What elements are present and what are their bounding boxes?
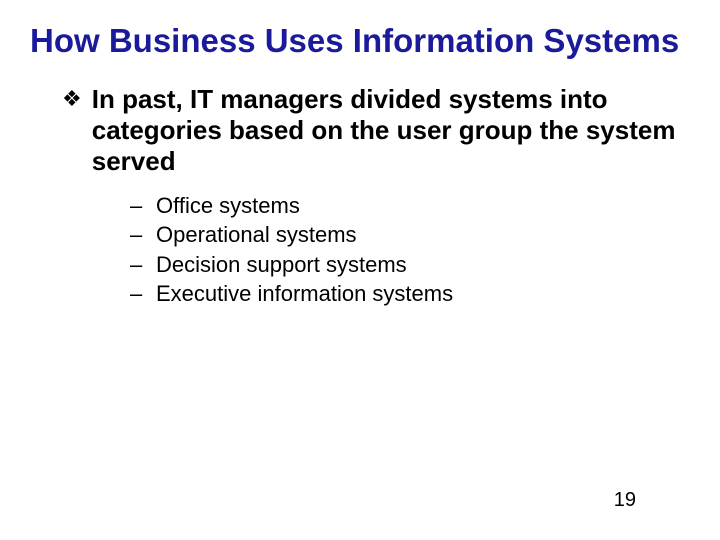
list-item: – Decision support systems: [130, 251, 690, 279]
dash-icon: –: [130, 280, 156, 308]
subitem-text: Office systems: [156, 192, 300, 220]
list-item: – Office systems: [130, 192, 690, 220]
list-item: – Executive information systems: [130, 280, 690, 308]
subitem-text: Decision support systems: [156, 251, 407, 279]
diamond-bullet-icon: ❖: [62, 85, 82, 113]
dash-icon: –: [130, 251, 156, 279]
slide-title: How Business Uses Information Systems: [30, 22, 690, 60]
subitem-text: Operational systems: [156, 221, 357, 249]
page-number: 19: [614, 489, 636, 512]
bullet-text: In past, IT managers divided systems int…: [92, 84, 690, 178]
subitem-text: Executive information systems: [156, 280, 453, 308]
sublist: – Office systems – Operational systems –…: [130, 192, 690, 308]
dash-icon: –: [130, 192, 156, 220]
list-item: – Operational systems: [130, 221, 690, 249]
bullet-item: ❖ In past, IT managers divided systems i…: [62, 84, 690, 178]
dash-icon: –: [130, 221, 156, 249]
